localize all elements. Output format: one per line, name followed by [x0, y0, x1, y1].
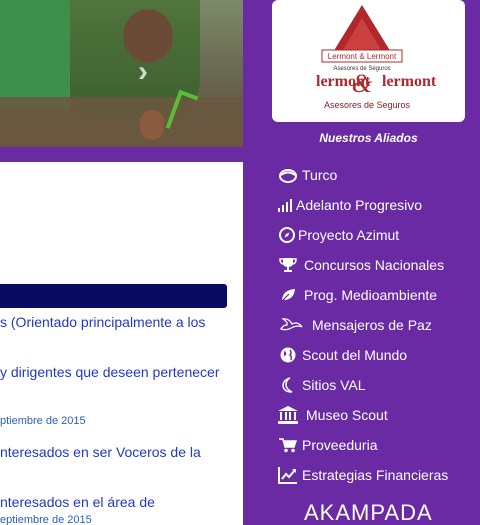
sidebar-item-proyecto-azimut[interactable]: Proyecto Azimut [278, 220, 448, 250]
sidebar-menu: Turco Adelanto Progresivo Proyecto Azimu… [278, 160, 448, 490]
compass-icon [278, 225, 296, 245]
sidebar-item-label: Adelanto Progresivo [296, 197, 423, 213]
moon-icon [278, 375, 298, 395]
photo-scout-figure [0, 0, 70, 110]
allies-title: Nuestros Aliados [319, 131, 418, 145]
sidebar-item-sitios-val[interactable]: Sitios VAL [278, 370, 448, 400]
svg-text:lermont: lermont [382, 73, 437, 90]
sidebar-item-label: Estrategias Financieras [302, 467, 449, 483]
signal-bars-icon [278, 195, 292, 215]
news-date-2: eptiembre de 2015 [0, 514, 92, 525]
sidebar-item-prog-medioambiente[interactable]: Prog. Medioambiente [278, 280, 448, 310]
photo-hand [140, 110, 164, 140]
news-link-1[interactable]: s (Orientado principalmente a los [0, 312, 205, 332]
trophy-icon [278, 255, 298, 275]
news-date-1: ptiembre de 2015 [0, 415, 86, 427]
slideshow-photo[interactable]: › [0, 0, 243, 147]
chart-line-icon [278, 465, 298, 485]
sidebar-item-label: Proveeduria [302, 437, 378, 453]
news-link-3[interactable]: nteresados en ser Voceros de la [0, 442, 201, 462]
sidebar-item-label: Turco [302, 167, 338, 183]
dove-icon [278, 315, 304, 335]
sidebar-item-concursos-nacionales[interactable]: Concursos Nacionales [278, 250, 448, 280]
svg-text:Lermont & Lermont: Lermont & Lermont [328, 52, 397, 61]
news-link-2[interactable]: y dirigentes que deseen pertenecer [0, 362, 219, 382]
sidebar-item-label: Proyecto Azimut [298, 227, 400, 243]
ally-logo-akampada[interactable]: AKAMPADA [304, 500, 433, 525]
news-panel: s (Orientado principalmente a los y diri… [0, 162, 243, 525]
ally-logo-lermont[interactable]: Lermont & Lermont Asesores de Seguros le… [272, 0, 465, 122]
section-header-bar [0, 284, 227, 308]
main-column: › s (Orientado principalmente a los y di… [0, 0, 243, 525]
sidebar-item-label: Museo Scout [306, 407, 388, 423]
next-slide-arrow-icon[interactable]: › [138, 55, 148, 89]
sidebar-item-scout-del-mundo[interactable]: Scout del Mundo [278, 340, 448, 370]
svg-text:&: & [352, 69, 373, 98]
museum-icon [278, 405, 298, 425]
sidebar-item-turco[interactable]: Turco [278, 160, 448, 190]
news-link-4[interactable]: nteresados en el área de [0, 492, 155, 512]
turban-icon [278, 165, 298, 185]
sidebar-item-proveeduria[interactable]: Proveeduria [278, 430, 448, 460]
sidebar-item-label: Sitios VAL [302, 377, 366, 393]
photo-ground [0, 97, 243, 147]
sidebar-item-estrategias-financieras[interactable]: Estrategias Financieras [278, 460, 448, 490]
sidebar-item-label: Concursos Nacionales [304, 257, 445, 273]
globe-icon [278, 345, 298, 365]
sidebar-item-mensajeros-de-paz[interactable]: Mensajeros de Paz [278, 310, 448, 340]
sidebar-item-label: Mensajeros de Paz [312, 317, 432, 333]
svg-text:Asesores de Seguros: Asesores de Seguros [324, 100, 411, 110]
sidebar-item-adelanto-progresivo[interactable]: Adelanto Progresivo [278, 190, 448, 220]
sidebar-item-label: Scout del Mundo [302, 347, 408, 363]
lermont-logo-icon: Lermont & Lermont Asesores de Seguros le… [316, 5, 437, 110]
sidebar-item-museo-scout[interactable]: Museo Scout [278, 400, 448, 430]
sidebar-item-label: Prog. Medioambiente [304, 287, 438, 303]
leaf-icon [278, 285, 298, 305]
cart-icon [278, 435, 298, 455]
